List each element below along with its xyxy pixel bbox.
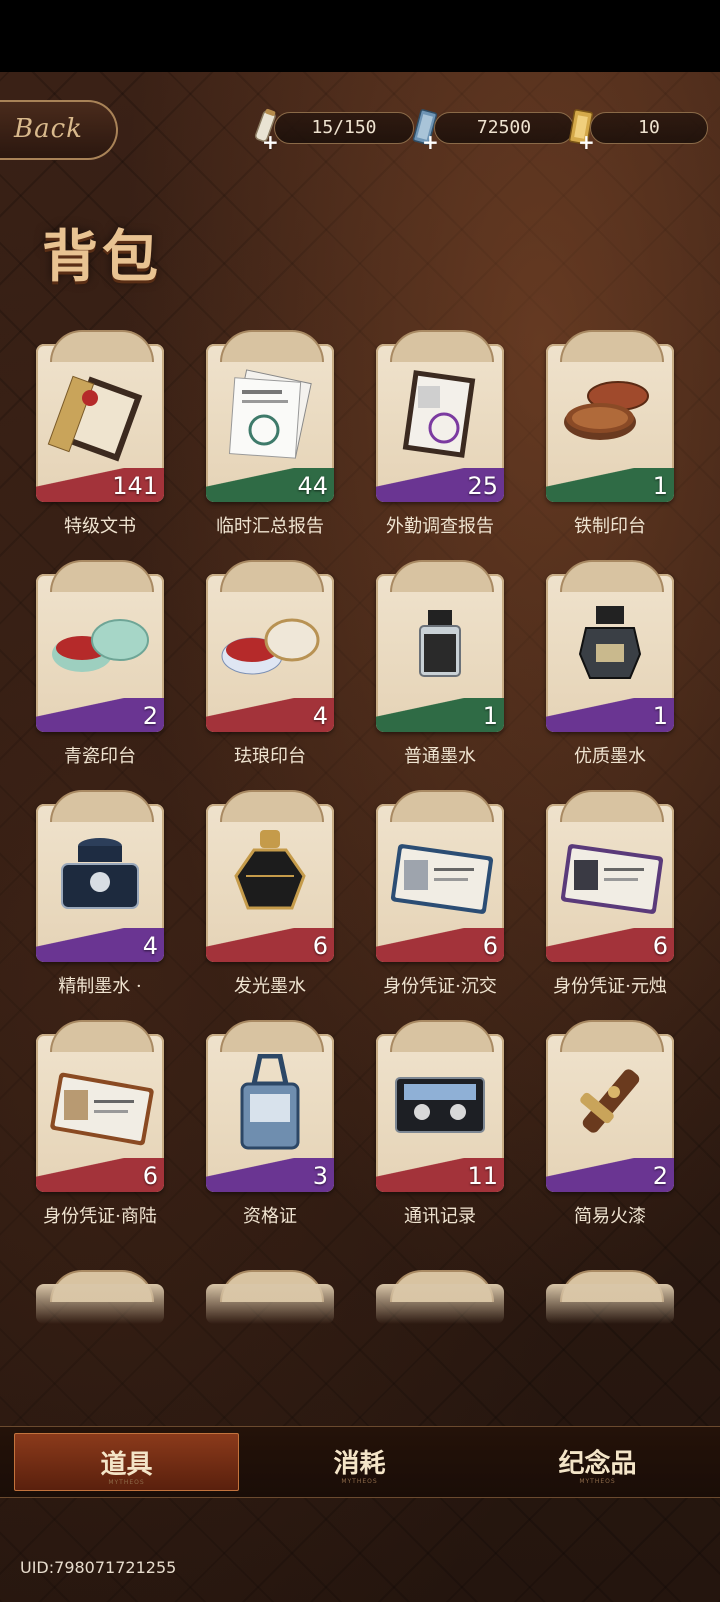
scroll-box-icon (47, 375, 143, 462)
item-name: 身份凭证·沉交 (383, 976, 497, 997)
item-card[interactable]: 1 铁制印台 (546, 330, 674, 544)
item-name: 外勤调查报告 (386, 516, 494, 537)
quality-ink-bottle-icon (578, 606, 642, 679)
item-card[interactable]: 6 发光墨水 (206, 790, 334, 1004)
item-name: 优质墨水 (574, 746, 646, 767)
item-card-partial[interactable] (36, 1270, 164, 1324)
refined-ink-bottle-icon (61, 838, 139, 909)
cassette-tape-icon (395, 1077, 485, 1133)
wax-seal-stick-icon (580, 1069, 640, 1133)
category-tab-bar: 道具 MYTHEOS 消耗 MYTHEOS 纪念品 MYTHEOS (0, 1426, 720, 1498)
item-card-partial[interactable] (376, 1270, 504, 1324)
item-name: 普通墨水 (404, 746, 476, 767)
item-name: 身份凭证·商陆 (43, 1206, 157, 1227)
item-card[interactable]: 141 特级文书 (36, 330, 164, 544)
celadon-ink-pad-icon (52, 619, 149, 672)
glowing-ink-bottle-icon (234, 830, 306, 910)
investigation-report-icon (402, 370, 476, 458)
item-card[interactable]: 2 简易火漆 (546, 1020, 674, 1234)
item-card[interactable]: 1 优质墨水 (546, 560, 674, 774)
tab-items[interactable]: 道具 MYTHEOS (14, 1433, 239, 1491)
item-card[interactable]: 11 通讯记录 (376, 1020, 504, 1234)
item-card[interactable]: 1 普通墨水 (376, 560, 504, 774)
item-card[interactable]: 3 资格证 (206, 1020, 334, 1234)
item-name: 青瓷印台 (64, 746, 136, 767)
item-card-partial[interactable] (206, 1270, 334, 1324)
iron-ink-pad-icon (564, 381, 649, 440)
item-card[interactable]: 44 临时汇总报告 (206, 330, 334, 544)
item-name: 珐琅印台 (234, 746, 306, 767)
user-id: UID:798071721255 (20, 1558, 177, 1577)
item-name: 特级文书 (64, 516, 136, 537)
item-card[interactable]: 6 身份凭证·元烛 (546, 790, 674, 1004)
item-name: 铁制印台 (574, 516, 646, 537)
tab-souvenirs[interactable]: 纪念品 MYTHEOS (485, 1433, 710, 1491)
item-name: 发光墨水 (234, 976, 306, 997)
page-title: 背包 (42, 224, 162, 290)
enamel-ink-pad-icon (221, 618, 320, 675)
item-card[interactable]: 25 外勤调查报告 (376, 330, 504, 544)
item-card[interactable]: 6 身份凭证·沉交 (376, 790, 504, 1004)
item-card-partial[interactable] (546, 1270, 674, 1324)
ink-bottle-icon (419, 610, 461, 677)
status-bar (0, 0, 720, 72)
tab-consumables[interactable]: 消耗 MYTHEOS (247, 1433, 472, 1491)
resource-tickets: 72500 (434, 112, 574, 144)
item-name: 临时汇总报告 (216, 516, 324, 537)
item-name: 简易火漆 (574, 1206, 646, 1227)
backpack-screen: Back + 15/150 + 72500 + 10 背包 141 特级文书 4… (0, 72, 720, 1602)
item-card[interactable]: 4 珐琅印台 (206, 560, 334, 774)
back-button[interactable]: Back (0, 100, 118, 160)
back-label: Back (14, 114, 83, 144)
id-card-icon (390, 844, 494, 914)
item-name: 通讯记录 (404, 1206, 476, 1227)
resource-gold-cards: 10 (590, 112, 708, 144)
item-name: 身份凭证·元烛 (553, 976, 667, 997)
report-papers-icon (228, 369, 312, 459)
item-name: 资格证 (243, 1206, 297, 1227)
item-card[interactable]: 4 精制墨水 · (36, 790, 164, 1004)
id-card-icon (560, 844, 664, 914)
resource-scrolls: 15/150 (274, 112, 414, 144)
item-card[interactable]: 2 青瓷印台 (36, 560, 164, 774)
item-card[interactable]: 6 身份凭证·商陆 (36, 1020, 164, 1234)
id-card-icon (50, 1072, 154, 1146)
item-name: 精制墨水 · (58, 976, 142, 997)
badge-lanyard-icon (240, 1054, 300, 1150)
